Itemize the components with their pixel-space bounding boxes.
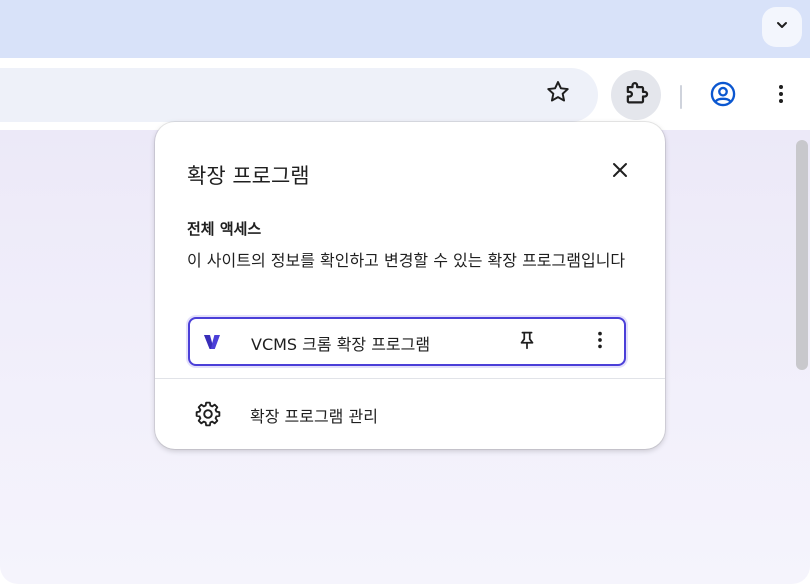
full-access-description: 이 사이트의 정보를 확인하고 변경할 수 있는 확장 프로그램입니다 [187,251,626,270]
browser-menu-button[interactable] [762,77,800,115]
popup-title: 확장 프로그램 [187,164,310,188]
star-icon [545,79,571,109]
popup-divider [155,378,665,379]
tab-search-button[interactable] [762,7,802,47]
account-circle-icon [709,80,737,112]
address-bar[interactable] [0,68,598,122]
extensions-button[interactable] [611,70,661,120]
extension-more-button[interactable] [584,326,616,358]
full-access-heading: 전체 액세스 [187,220,262,238]
extension-name: VCMS 크롬 확장 프로그램 [251,335,431,354]
toolbar-separator [680,85,682,109]
vcms-logo-icon [203,332,221,352]
close-icon [610,160,630,184]
vertical-scrollbar[interactable] [794,130,810,584]
chevron-down-icon [774,17,790,37]
pin-icon [516,329,538,355]
browser-toolbar [0,58,810,130]
bookmark-button[interactable] [539,75,577,113]
extensions-popup: 확장 프로그램 전체 액세스 이 사이트의 정보를 확인하고 변경할 수 있는 … [155,122,665,449]
puzzle-icon [622,79,650,111]
manage-extensions-label: 확장 프로그램 관리 [250,407,378,426]
manage-extensions-item[interactable]: 확장 프로그램 관리 [155,388,665,438]
more-vert-icon [769,82,793,110]
scrollbar-thumb[interactable] [796,140,808,370]
browser-window: 확장 프로그램 전체 액세스 이 사이트의 정보를 확인하고 변경할 수 있는 … [0,0,810,584]
profile-button[interactable] [704,77,742,115]
gear-icon [195,401,221,427]
extension-item-vcms[interactable]: VCMS 크롬 확장 프로그램 [188,317,626,366]
more-vert-icon [589,329,611,355]
pin-button[interactable] [511,326,543,358]
tab-strip [0,0,810,58]
close-button[interactable] [603,155,637,189]
